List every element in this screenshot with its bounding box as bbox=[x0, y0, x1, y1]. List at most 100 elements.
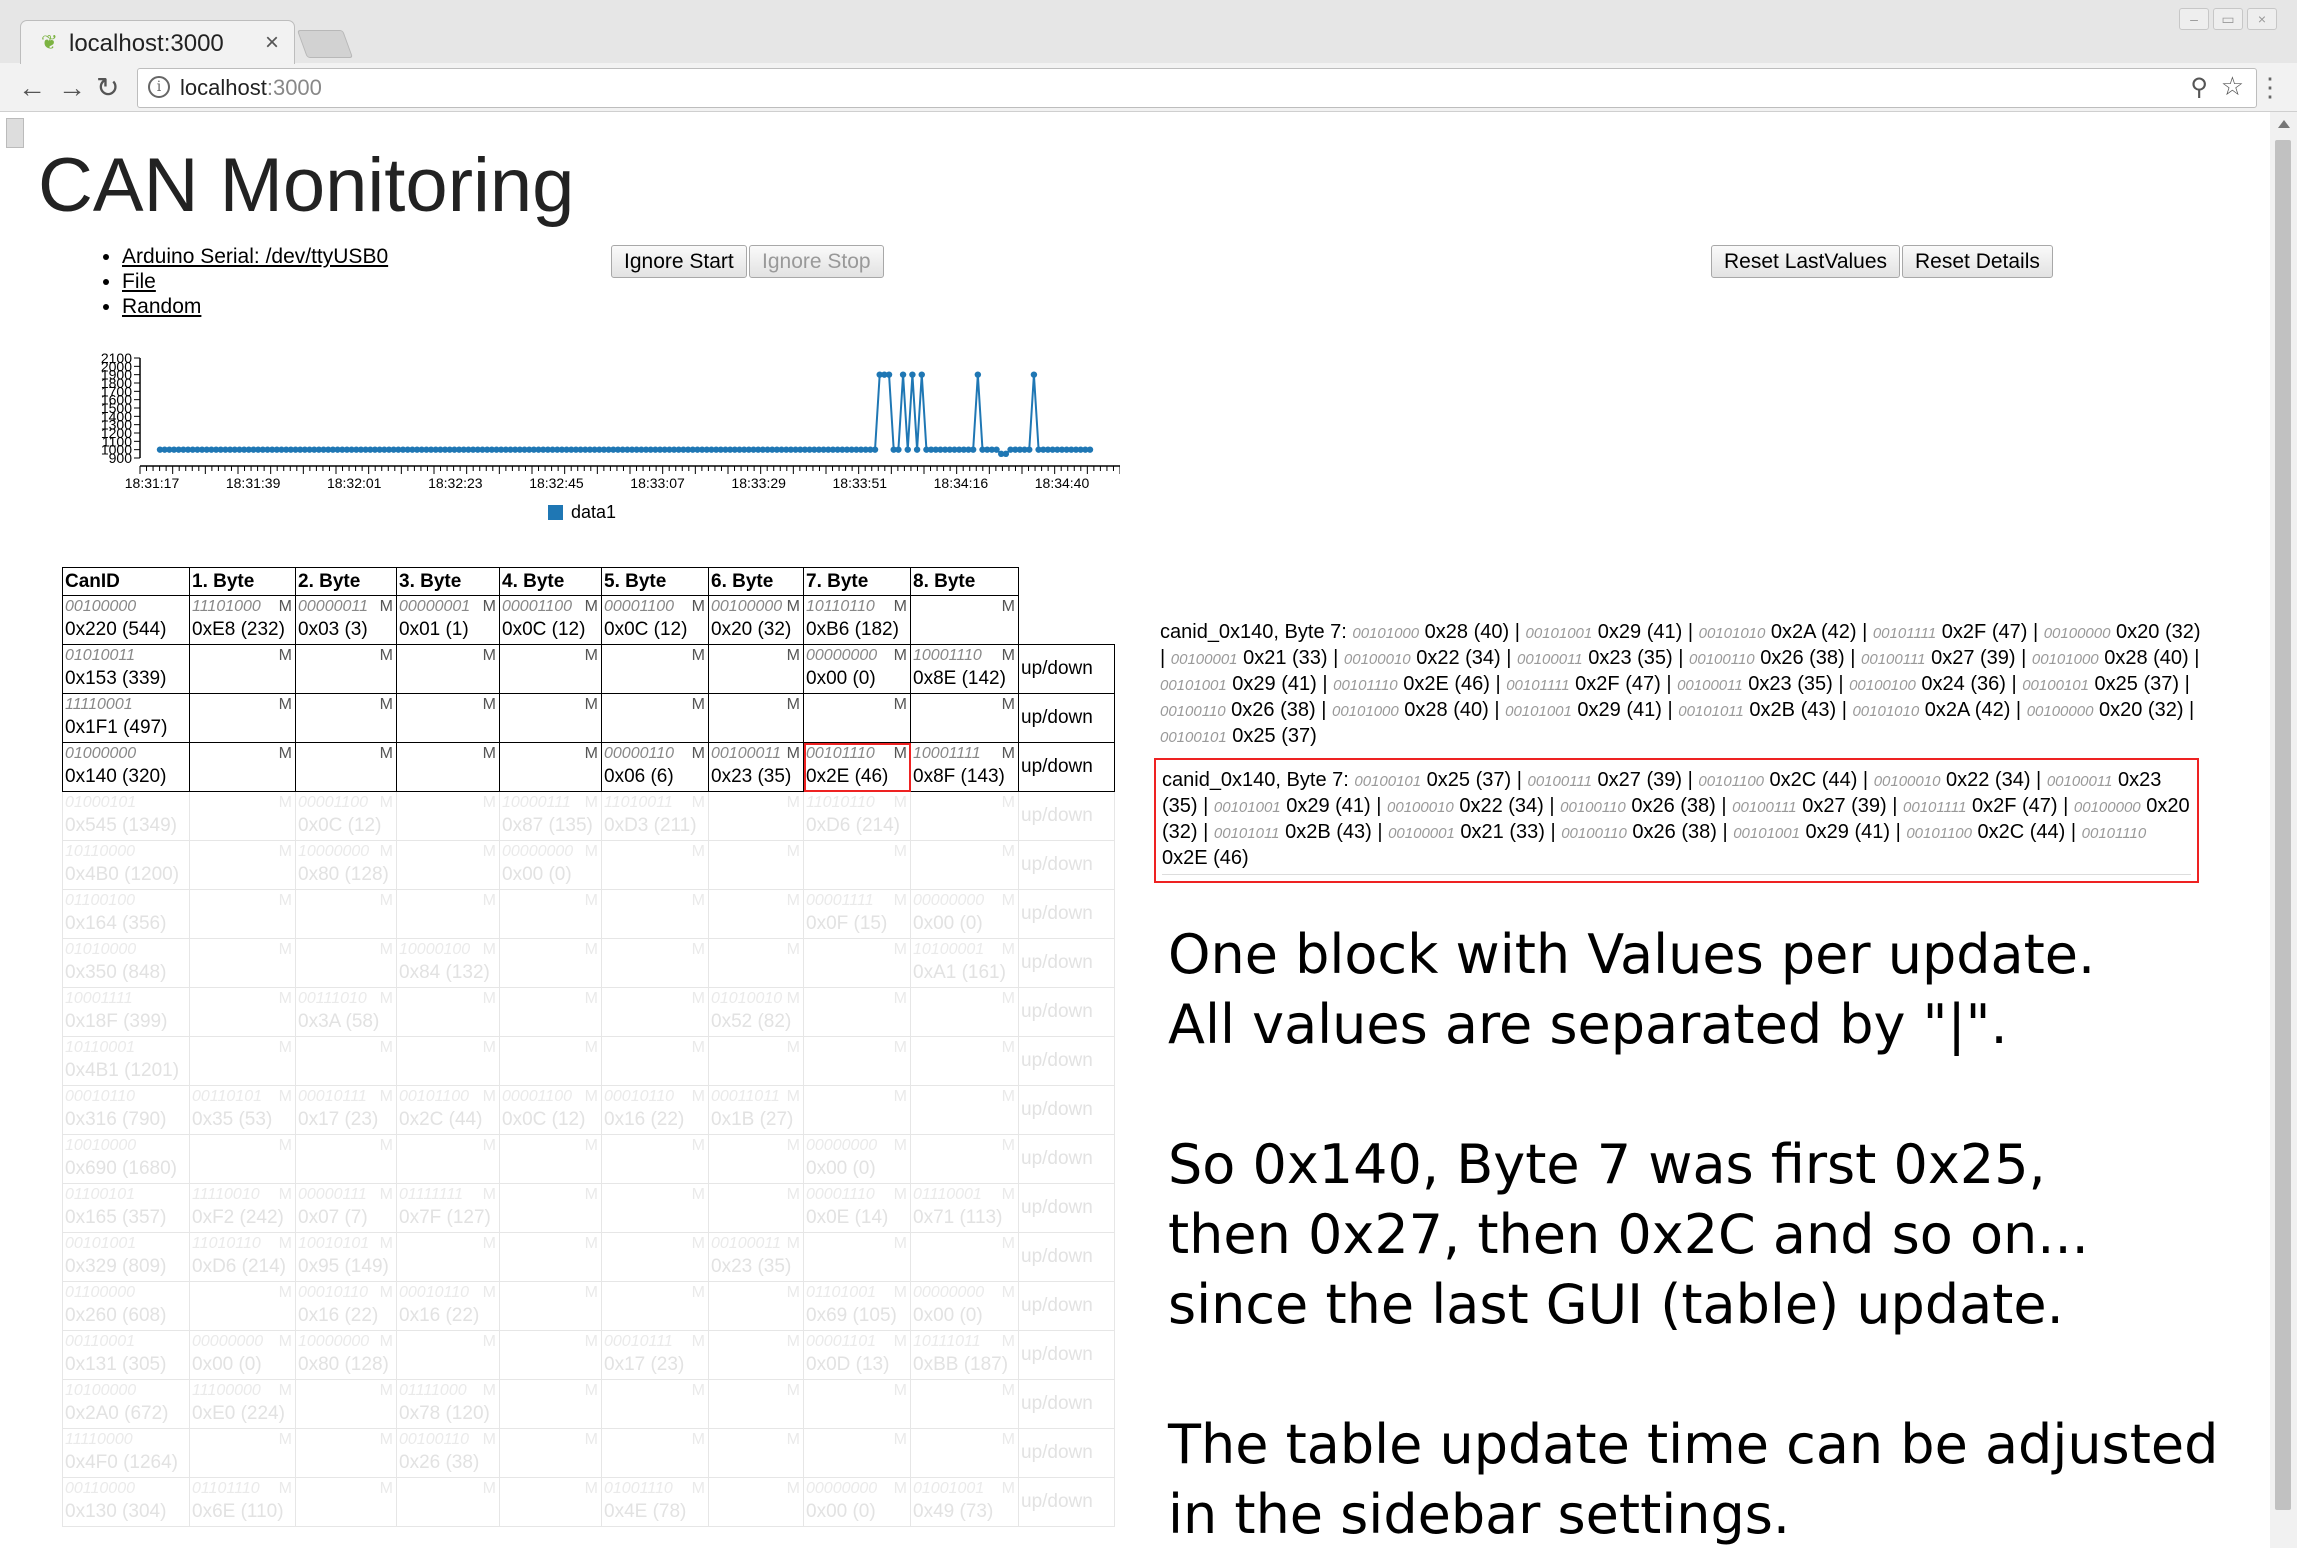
byte-cell[interactable]: M bbox=[396, 1036, 500, 1086]
forward-arrow-icon[interactable]: → bbox=[58, 70, 86, 106]
byte-cell[interactable]: M bbox=[910, 1428, 1019, 1478]
sidebar-handle[interactable] bbox=[6, 118, 24, 148]
byte-cell[interactable]: M bbox=[499, 644, 602, 694]
updown-cell[interactable]: up/down bbox=[1018, 1232, 1115, 1282]
byte-cell[interactable]: 11010110 M 0xD6 (214) bbox=[803, 791, 911, 841]
byte-cell[interactable]: M bbox=[708, 791, 804, 841]
byte-cell[interactable]: M bbox=[189, 889, 296, 939]
address-bar[interactable]: i localhost:3000 ⚲ ☆ bbox=[137, 68, 2257, 108]
byte-cell[interactable]: M bbox=[601, 1281, 709, 1331]
byte-cell[interactable]: M bbox=[803, 987, 911, 1037]
updown-cell[interactable]: up/down bbox=[1018, 1281, 1115, 1331]
byte-cell[interactable]: 00101110 M 0x2E (46) bbox=[803, 742, 911, 792]
byte-cell[interactable]: 11100000 M 0xE0 (224) bbox=[189, 1379, 296, 1429]
updown-cell[interactable]: up/down bbox=[1018, 1477, 1115, 1527]
byte-cell[interactable]: M bbox=[396, 1330, 500, 1380]
byte-cell[interactable]: M bbox=[803, 1428, 911, 1478]
updown-cell[interactable]: up/down bbox=[1018, 938, 1115, 988]
byte-cell[interactable]: M bbox=[910, 987, 1019, 1037]
byte-cell[interactable]: 10110110 M 0xB6 (182) bbox=[803, 595, 911, 645]
byte-cell[interactable]: 11101000 M 0xE8 (232) bbox=[189, 595, 296, 645]
byte-cell[interactable]: 00000110 M 0x06 (6) bbox=[601, 742, 709, 792]
byte-cell[interactable]: M bbox=[708, 889, 804, 939]
byte-cell[interactable]: M bbox=[601, 1183, 709, 1233]
reload-icon[interactable]: ↻ bbox=[96, 70, 119, 106]
scrollbar[interactable] bbox=[2270, 112, 2297, 1548]
byte-cell[interactable]: 00000000 M 0x00 (0) bbox=[499, 840, 602, 890]
byte-cell[interactable]: 00000000 M 0x00 (0) bbox=[189, 1330, 296, 1380]
updown-cell[interactable]: up/down bbox=[1018, 1379, 1115, 1429]
zoom-icon[interactable]: ⚲ bbox=[2190, 73, 2208, 102]
byte-cell[interactable]: M bbox=[189, 938, 296, 988]
byte-cell[interactable]: M bbox=[499, 693, 602, 743]
byte-cell[interactable]: 00000011 M 0x03 (3) bbox=[295, 595, 397, 645]
byte-cell[interactable]: M bbox=[601, 938, 709, 988]
byte-cell[interactable]: 11110010 M 0xF2 (242) bbox=[189, 1183, 296, 1233]
byte-cell[interactable]: M bbox=[189, 1281, 296, 1331]
byte-cell[interactable]: M bbox=[499, 987, 602, 1037]
byte-cell[interactable]: 00101100 M 0x2C (44) bbox=[396, 1085, 500, 1135]
byte-cell[interactable]: M bbox=[803, 693, 911, 743]
byte-cell[interactable]: M bbox=[396, 840, 500, 890]
byte-cell[interactable]: M bbox=[189, 693, 296, 743]
byte-cell[interactable]: M bbox=[499, 1134, 602, 1184]
maximize-icon[interactable]: ▭ bbox=[2213, 8, 2243, 30]
byte-cell[interactable]: 00010110 M 0x16 (22) bbox=[396, 1281, 500, 1331]
byte-cell[interactable]: M bbox=[499, 1477, 602, 1527]
link-arduino-serial[interactable]: Arduino Serial: /dev/ttyUSB0 bbox=[122, 245, 388, 268]
minimize-icon[interactable]: – bbox=[2179, 8, 2209, 30]
byte-cell[interactable]: M bbox=[295, 1379, 397, 1429]
byte-cell[interactable]: M bbox=[189, 987, 296, 1037]
byte-cell[interactable]: M bbox=[910, 1379, 1019, 1429]
byte-cell[interactable]: 00111010 M 0x3A (58) bbox=[295, 987, 397, 1037]
byte-cell[interactable]: M bbox=[499, 742, 602, 792]
byte-cell[interactable]: M bbox=[601, 693, 709, 743]
byte-cell[interactable]: 10000111 M 0x87 (135) bbox=[499, 791, 602, 841]
byte-cell[interactable]: M bbox=[601, 1428, 709, 1478]
byte-cell[interactable]: 10000000 M 0x80 (128) bbox=[295, 840, 397, 890]
updown-cell[interactable]: up/down bbox=[1018, 791, 1115, 841]
updown-cell[interactable]: up/down bbox=[1018, 889, 1115, 939]
updown-cell[interactable]: up/down bbox=[1018, 1183, 1115, 1233]
byte-cell[interactable]: 00001100 M 0x0C (12) bbox=[499, 595, 602, 645]
byte-cell[interactable]: M bbox=[910, 791, 1019, 841]
byte-cell[interactable]: M bbox=[803, 1085, 911, 1135]
byte-cell[interactable]: 00110101 M 0x35 (53) bbox=[189, 1085, 296, 1135]
byte-cell[interactable]: M bbox=[396, 1232, 500, 1282]
byte-cell[interactable]: M bbox=[189, 1134, 296, 1184]
byte-cell[interactable]: M bbox=[708, 1134, 804, 1184]
menu-icon[interactable]: ⋮ bbox=[2257, 72, 2283, 102]
info-icon[interactable]: i bbox=[148, 76, 170, 98]
updown-cell[interactable]: up/down bbox=[1018, 1036, 1115, 1086]
byte-cell[interactable]: M bbox=[910, 1134, 1019, 1184]
byte-cell[interactable]: 01010010 M 0x52 (82) bbox=[708, 987, 804, 1037]
byte-cell[interactable]: 00010110 M 0x16 (22) bbox=[295, 1281, 397, 1331]
updown-cell[interactable]: up/down bbox=[1018, 1330, 1115, 1380]
browser-tab[interactable]: ❦ localhost:3000 × bbox=[20, 20, 295, 64]
scroll-up-icon[interactable] bbox=[2278, 120, 2290, 128]
byte-cell[interactable]: M bbox=[708, 840, 804, 890]
byte-cell[interactable]: M bbox=[295, 1428, 397, 1478]
byte-cell[interactable]: 01110001 M 0x71 (113) bbox=[910, 1183, 1019, 1233]
byte-cell[interactable]: M bbox=[601, 1134, 709, 1184]
byte-cell[interactable]: 00000000 M 0x00 (0) bbox=[803, 1134, 911, 1184]
byte-cell[interactable]: M bbox=[910, 1085, 1019, 1135]
byte-cell[interactable]: M bbox=[499, 1232, 602, 1282]
byte-cell[interactable]: M bbox=[499, 1183, 602, 1233]
byte-cell[interactable]: M bbox=[910, 693, 1019, 743]
byte-cell[interactable]: 00010111 M 0x17 (23) bbox=[295, 1085, 397, 1135]
byte-cell[interactable]: M bbox=[910, 1232, 1019, 1282]
byte-cell[interactable]: M bbox=[708, 644, 804, 694]
updown-cell[interactable]: up/down bbox=[1018, 644, 1115, 694]
byte-cell[interactable]: M bbox=[708, 938, 804, 988]
bookmark-star-icon[interactable]: ☆ bbox=[2221, 71, 2244, 102]
byte-cell[interactable]: 00100011 M 0x23 (35) bbox=[708, 742, 804, 792]
byte-cell[interactable]: 10001110 M 0x8E (142) bbox=[910, 644, 1019, 694]
updown-cell[interactable]: up/down bbox=[1018, 1085, 1115, 1135]
byte-cell[interactable]: M bbox=[396, 1134, 500, 1184]
byte-cell[interactable]: M bbox=[499, 1036, 602, 1086]
byte-cell[interactable]: M bbox=[295, 1134, 397, 1184]
byte-cell[interactable]: 01111000 M 0x78 (120) bbox=[396, 1379, 500, 1429]
byte-cell[interactable]: M bbox=[708, 1330, 804, 1380]
byte-cell[interactable]: M bbox=[295, 742, 397, 792]
